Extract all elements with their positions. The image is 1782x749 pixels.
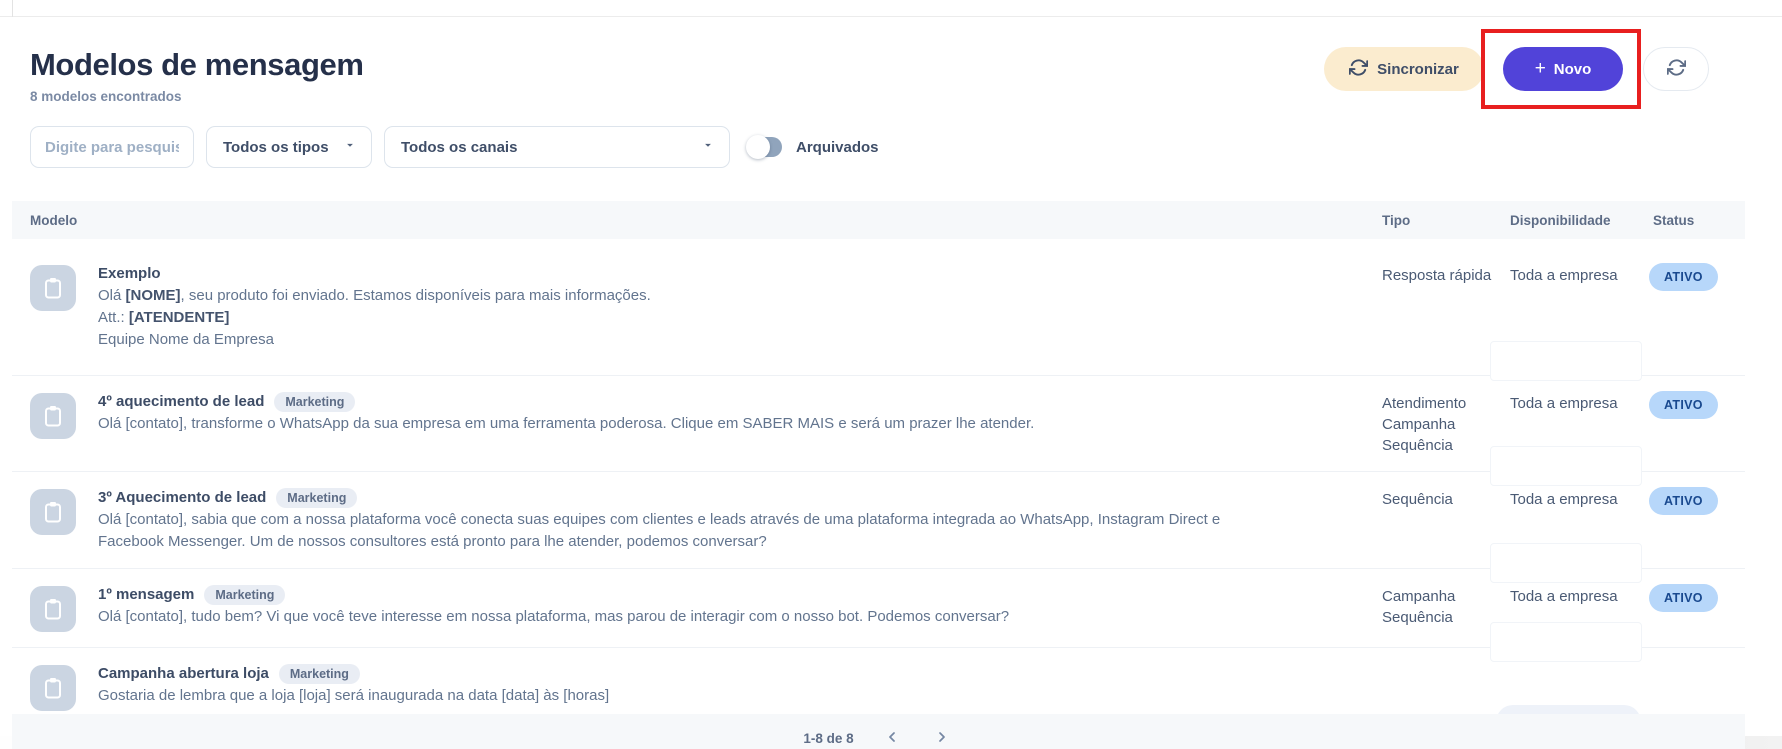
template-name: 1º mensagem bbox=[98, 584, 194, 606]
template-name: Exemplo bbox=[98, 263, 161, 285]
chevron-left-icon bbox=[884, 729, 900, 748]
template-name: 4º aquecimento de lead bbox=[98, 391, 264, 413]
template-description: Gostaria de lembra que a loja [loja] ser… bbox=[98, 685, 609, 707]
pagination-range: 1-8 de 8 bbox=[803, 731, 853, 746]
content-panel: Modelos de mensagem 8 modelos encontrado… bbox=[12, 17, 1745, 749]
page-header: Modelos de mensagem 8 modelos encontrado… bbox=[12, 17, 1745, 104]
type-cell: AtendimentoCampanhaSequência bbox=[1370, 391, 1498, 456]
clipboard-icon bbox=[30, 665, 76, 711]
plus-icon: + bbox=[1535, 59, 1546, 78]
table-row[interactable]: Exemplo Olá [NOME], seu produto foi envi… bbox=[12, 239, 1745, 376]
template-cell: 1º mensagem Marketing Olá [contato], tud… bbox=[12, 584, 1370, 632]
type-cell: Sequência bbox=[1370, 487, 1498, 553]
availability-text: Toda a empresa bbox=[1510, 267, 1618, 284]
status-badge: ATIVO bbox=[1649, 391, 1718, 419]
clipboard-icon bbox=[30, 586, 76, 632]
channel-filter-value: Todos os canais bbox=[401, 139, 517, 156]
availability-text: Toda a empresa bbox=[1510, 491, 1618, 508]
table-row[interactable]: 3º Aquecimento de lead Marketing Olá [co… bbox=[12, 472, 1745, 569]
search-input[interactable] bbox=[30, 126, 194, 168]
pagination-bar: 1-8 de 8 bbox=[12, 714, 1745, 749]
column-header-tipo: Tipo bbox=[1370, 213, 1498, 228]
template-tag: Marketing bbox=[274, 392, 355, 412]
availability-cell: Toda a empresa bbox=[1498, 391, 1641, 456]
type-filter-value: Todos os tipos bbox=[223, 139, 329, 156]
refresh-icon bbox=[1667, 58, 1686, 81]
top-bar bbox=[0, 0, 1782, 17]
column-header-modelo: Modelo bbox=[12, 213, 1370, 228]
message-templates-screen: Modelos de mensagem 8 modelos encontrado… bbox=[0, 0, 1782, 749]
template-tag: Marketing bbox=[276, 488, 357, 508]
templates-table: Modelo Tipo Disponibilidade Status Exemp… bbox=[12, 201, 1745, 727]
template-cell: 4º aquecimento de lead Marketing Olá [co… bbox=[12, 391, 1370, 456]
availability-popover-placeholder bbox=[1490, 341, 1642, 381]
refresh-button[interactable] bbox=[1643, 47, 1709, 91]
template-tag: Marketing bbox=[204, 585, 285, 605]
pagination-next-button[interactable] bbox=[930, 725, 954, 749]
top-bar-divider bbox=[12, 0, 13, 17]
header-actions: Sincronizar + Novo bbox=[1324, 47, 1709, 91]
chevron-right-icon bbox=[934, 729, 950, 748]
table-body: Exemplo Olá [NOME], seu produto foi envi… bbox=[12, 239, 1745, 727]
page-title: Modelos de mensagem bbox=[30, 47, 364, 83]
table-row[interactable]: 4º aquecimento de lead Marketing Olá [co… bbox=[12, 376, 1745, 472]
results-count: 8 modelos encontrados bbox=[30, 89, 364, 104]
column-header-disponibilidade: Disponibilidade bbox=[1498, 213, 1641, 228]
template-description: Olá [NOME], seu produto foi enviado. Est… bbox=[98, 285, 651, 351]
template-name: 3º Aquecimento de lead bbox=[98, 487, 266, 509]
sync-button-label: Sincronizar bbox=[1377, 61, 1459, 78]
chevron-down-icon bbox=[701, 138, 715, 156]
new-button-wrapper: + Novo bbox=[1503, 47, 1623, 91]
availability-cell: Toda a empresa bbox=[1498, 263, 1641, 351]
new-button[interactable]: + Novo bbox=[1503, 47, 1623, 91]
table-header-row: Modelo Tipo Disponibilidade Status bbox=[12, 201, 1745, 239]
template-description: Olá [contato], tudo bem? Vi que você tev… bbox=[98, 606, 1009, 628]
status-badge: ATIVO bbox=[1649, 584, 1718, 612]
status-badge: ATIVO bbox=[1649, 263, 1718, 291]
chevron-down-icon bbox=[343, 138, 357, 156]
title-block: Modelos de mensagem 8 modelos encontrado… bbox=[30, 47, 364, 104]
toggle-knob bbox=[746, 135, 770, 159]
type-cell bbox=[1370, 663, 1498, 711]
archived-toggle[interactable] bbox=[748, 137, 782, 157]
type-filter-select[interactable]: Todos os tipos bbox=[206, 126, 372, 168]
pagination-prev-button[interactable] bbox=[880, 725, 904, 749]
template-tag: Marketing bbox=[279, 664, 360, 684]
clipboard-icon bbox=[30, 265, 76, 311]
availability-cell: Toda a empresa bbox=[1498, 584, 1641, 632]
type-cell: CampanhaSequência bbox=[1370, 584, 1498, 632]
sync-button[interactable]: Sincronizar bbox=[1324, 47, 1484, 91]
column-header-status: Status bbox=[1641, 213, 1745, 228]
filter-bar: Todos os tipos Todos os canais Arquivado… bbox=[12, 126, 1745, 168]
status-badge: ATIVO bbox=[1649, 487, 1718, 515]
channel-filter-select[interactable]: Todos os canais bbox=[384, 126, 730, 168]
availability-cell: Toda a empresa bbox=[1498, 487, 1641, 553]
template-cell: Campanha abertura loja Marketing Gostari… bbox=[12, 663, 1370, 711]
new-button-label: Novo bbox=[1554, 61, 1592, 78]
template-name: Campanha abertura loja bbox=[98, 663, 269, 685]
archived-label: Arquivados bbox=[796, 139, 879, 156]
template-description: Olá [contato], transforme o WhatsApp da … bbox=[98, 413, 1034, 435]
sync-icon bbox=[1349, 58, 1368, 81]
archived-filter: Arquivados bbox=[748, 137, 879, 157]
template-cell: 3º Aquecimento de lead Marketing Olá [co… bbox=[12, 487, 1370, 553]
availability-cell: (84) 4003-7750 bbox=[1498, 663, 1641, 711]
type-cell: Resposta rápida bbox=[1370, 263, 1498, 351]
clipboard-icon bbox=[30, 393, 76, 439]
template-description: Olá [contato], sabia que com a nossa pla… bbox=[98, 509, 1278, 553]
table-row[interactable]: 1º mensagem Marketing Olá [contato], tud… bbox=[12, 569, 1745, 648]
template-cell: Exemplo Olá [NOME], seu produto foi envi… bbox=[12, 263, 1370, 351]
clipboard-icon bbox=[30, 489, 76, 535]
availability-text: Toda a empresa bbox=[1510, 588, 1618, 605]
availability-text: Toda a empresa bbox=[1510, 395, 1618, 412]
